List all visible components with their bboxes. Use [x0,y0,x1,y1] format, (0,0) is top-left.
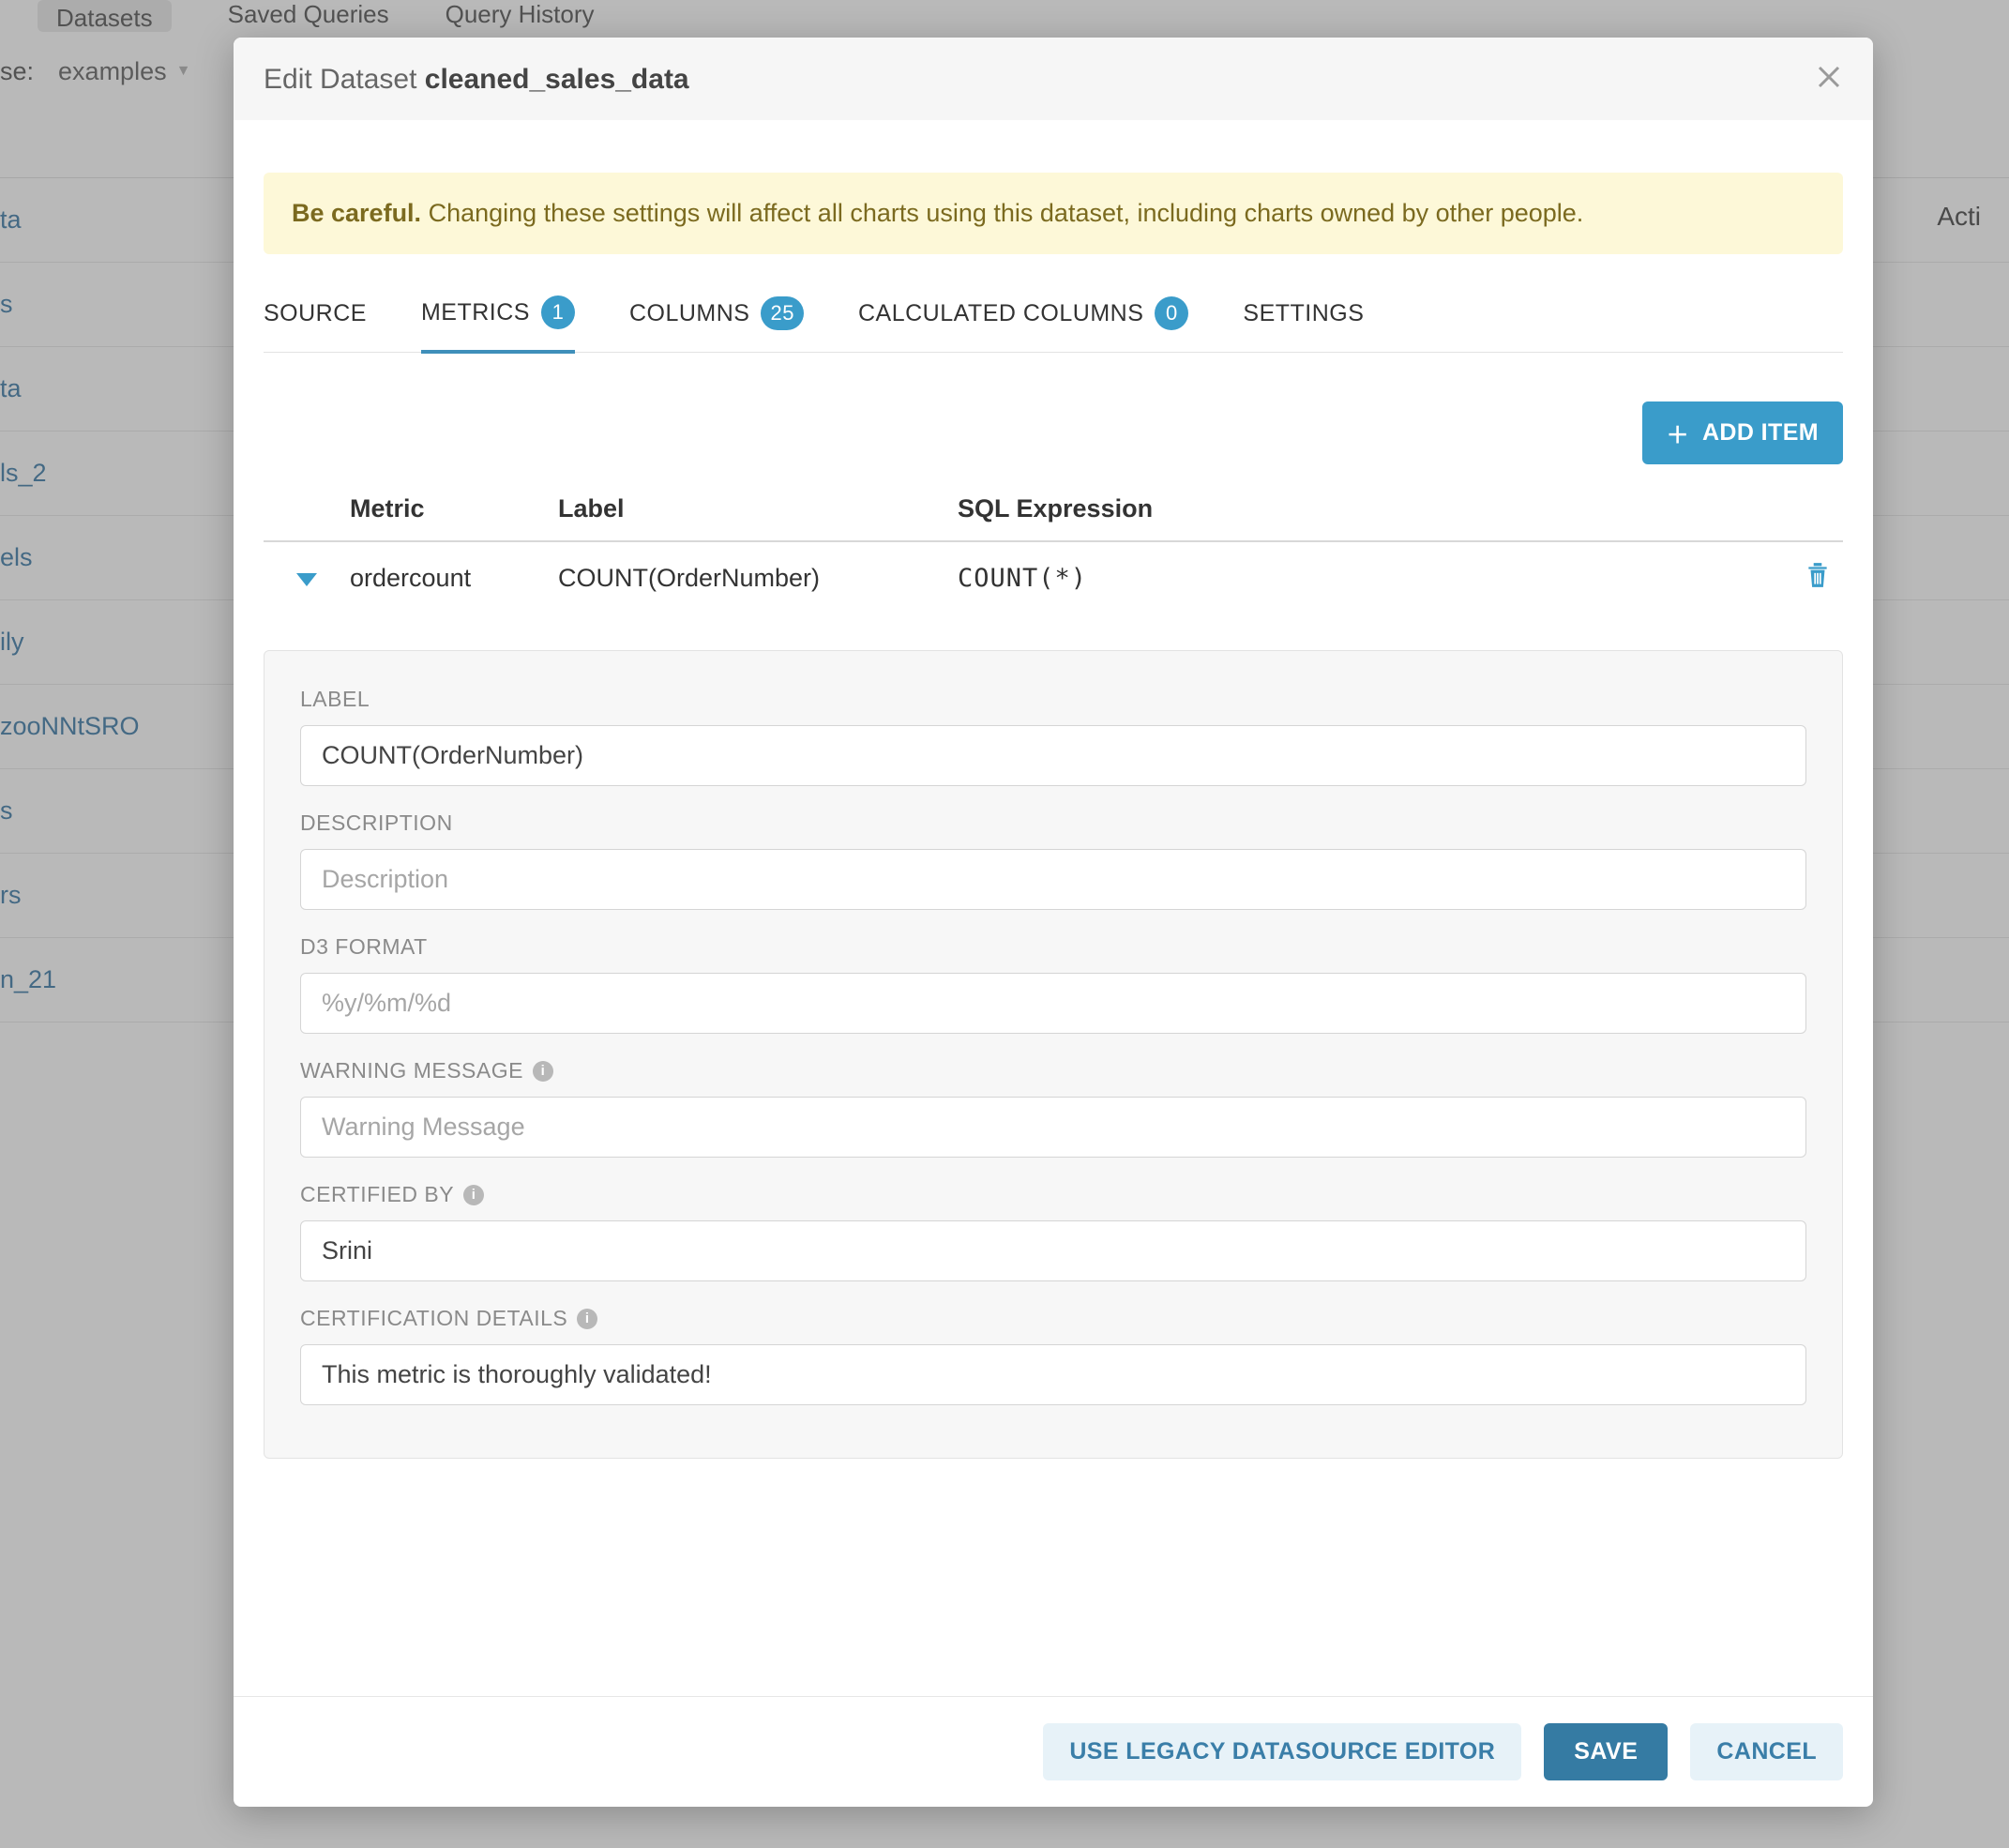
add-item-label: ADD ITEM [1702,419,1819,447]
tabs: SOURCE METRICS 1 COLUMNS 25 CALCULATED C… [264,282,1843,353]
trash-icon[interactable] [1805,567,1830,595]
modal-title-prefix: Edit Dataset [264,64,416,95]
save-button[interactable]: SAVE [1544,1723,1668,1780]
cert-by-label-text: CERTIFIED BY [300,1182,454,1207]
add-item-button[interactable]: ＋ ADD ITEM [1642,401,1843,464]
cert-details-field-label: CERTIFICATION DETAILS i [300,1306,1806,1331]
expand-row-icon[interactable] [296,564,317,593]
cell-label: COUNT(OrderNumber) [558,564,958,593]
tab-settings-label: SETTINGS [1243,300,1364,327]
cell-metric: ordercount [350,564,558,593]
tab-source-label: SOURCE [264,300,367,327]
use-legacy-editor-button[interactable]: USE LEGACY DATASOURCE EDITOR [1043,1723,1521,1780]
cell-sql: COUNT(*) [958,564,1805,593]
tab-settings[interactable]: SETTINGS [1243,282,1364,352]
modal-footer: USE LEGACY DATASOURCE EDITOR SAVE CANCEL [234,1696,1873,1807]
description-field-label: DESCRIPTION [300,810,1806,836]
calc-columns-count-badge: 0 [1155,296,1188,330]
plus-icon: ＋ [1667,417,1689,449]
info-icon: i [463,1185,484,1205]
d3-format-field-label: D3 FORMAT [300,934,1806,960]
edit-dataset-modal: Edit Dataset cleaned_sales_data Be caref… [234,38,1873,1807]
label-input[interactable] [300,725,1806,786]
col-sql: SQL Expression [958,494,1843,523]
warning-input[interactable] [300,1097,1806,1158]
warning-label-text: WARNING MESSAGE [300,1058,523,1083]
metric-edit-panel: LABEL DESCRIPTION D3 FORMAT WARNING MESS… [264,650,1843,1459]
certified-by-input[interactable] [300,1220,1806,1281]
label-field-label: LABEL [300,687,1806,712]
tab-columns-label: COLUMNS [629,300,750,327]
metrics-count-badge: 1 [541,295,575,329]
d3-format-input[interactable] [300,973,1806,1034]
cancel-button[interactable]: CANCEL [1690,1723,1843,1780]
description-input[interactable] [300,849,1806,910]
col-label: Label [558,494,958,523]
tab-calculated-columns[interactable]: CALCULATED COLUMNS 0 [858,282,1188,352]
tab-metrics[interactable]: METRICS 1 [421,282,575,354]
tab-calc-label: CALCULATED COLUMNS [858,300,1143,327]
metrics-table: Metric Label SQL Expression ordercount C… [264,481,1843,616]
tab-columns[interactable]: COLUMNS 25 [629,282,804,352]
modal-header: Edit Dataset cleaned_sales_data [234,38,1873,120]
info-icon: i [577,1309,597,1329]
modal-title-dataset: cleaned_sales_data [425,64,689,95]
cert-details-label-text: CERTIFICATION DETAILS [300,1306,567,1331]
tab-metrics-label: METRICS [421,299,530,326]
columns-count-badge: 25 [761,296,803,330]
warning-alert: Be careful. Changing these settings will… [264,173,1843,254]
cert-details-input[interactable] [300,1344,1806,1405]
tab-source[interactable]: SOURCE [264,282,367,352]
close-icon[interactable] [1815,62,1843,98]
info-icon: i [533,1061,553,1082]
alert-bold: Be careful. [292,199,421,227]
certified-by-field-label: CERTIFIED BY i [300,1182,1806,1207]
col-metric: Metric [350,494,558,523]
warning-field-label: WARNING MESSAGE i [300,1058,1806,1083]
alert-text: Changing these settings will affect all … [421,199,1583,227]
table-row: ordercount COUNT(OrderNumber) COUNT(*) [264,542,1843,616]
